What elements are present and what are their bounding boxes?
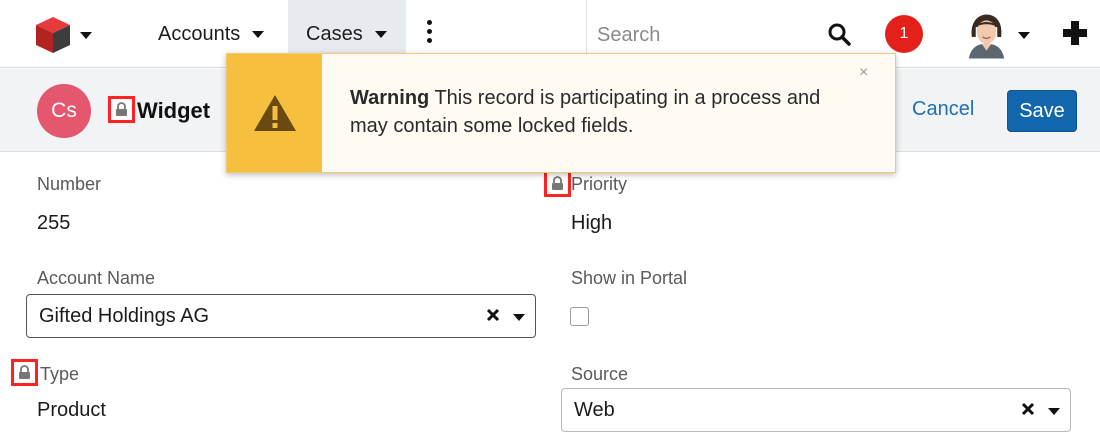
- save-button[interactable]: Save: [1007, 90, 1077, 132]
- kebab-menu-icon[interactable]: [424, 18, 434, 48]
- alert-title: Warning: [350, 87, 430, 109]
- source-label: Source: [571, 364, 629, 384]
- home-menu-button[interactable]: [34, 10, 110, 60]
- lock-icon: [544, 170, 571, 197]
- account-name-select[interactable]: Gifted Holdings AG: [26, 294, 536, 338]
- tab-cases-label: Cases: [306, 22, 363, 45]
- alert-message: Warning This record is participating in …: [350, 84, 830, 140]
- lock-icon: [11, 359, 38, 386]
- number-label: Number: [37, 174, 102, 194]
- warning-icon: [253, 95, 296, 131]
- warning-alert: × Warning This record is participating i…: [226, 53, 896, 173]
- number-value: 255: [37, 212, 71, 234]
- user-menu-button[interactable]: [965, 10, 1030, 60]
- account-name-label: Account Name: [37, 268, 156, 288]
- account-name-value: Gifted Holdings AG: [39, 305, 210, 327]
- search-icon[interactable]: [827, 22, 851, 46]
- chevron-down-icon[interactable]: [1048, 408, 1060, 415]
- type-label: Type: [40, 364, 80, 384]
- caret-down-icon: [80, 31, 92, 39]
- close-icon[interactable]: ×: [859, 64, 868, 82]
- caret-down-icon: [1018, 31, 1030, 39]
- plus-icon[interactable]: [1060, 18, 1090, 48]
- search-input[interactable]: [597, 20, 797, 50]
- clear-x-icon[interactable]: [485, 307, 501, 323]
- show-in-portal-label: Show in Portal: [571, 268, 688, 288]
- user-avatar-icon: [965, 11, 1008, 59]
- notifications-badge[interactable]: 1: [885, 15, 923, 53]
- tab-accounts-label: Accounts: [158, 22, 241, 45]
- caret-down-icon: [252, 30, 265, 38]
- priority-label: Priority: [571, 174, 628, 194]
- cancel-button[interactable]: Cancel: [912, 98, 974, 121]
- alert-icon-panel: [227, 54, 322, 172]
- priority-value: High: [571, 212, 613, 234]
- show-in-portal-checkbox[interactable]: [570, 307, 589, 326]
- record-title: Widget: [137, 98, 211, 123]
- logo-cube-icon: [36, 17, 70, 53]
- avatar: Cs: [37, 84, 91, 138]
- type-value: Product: [37, 399, 106, 421]
- clear-x-icon[interactable]: [1020, 401, 1036, 417]
- lock-icon: [108, 96, 135, 123]
- caret-down-icon: [374, 30, 387, 38]
- source-select[interactable]: Web: [561, 388, 1071, 432]
- source-value: Web: [574, 399, 615, 421]
- chevron-down-icon[interactable]: [513, 314, 525, 321]
